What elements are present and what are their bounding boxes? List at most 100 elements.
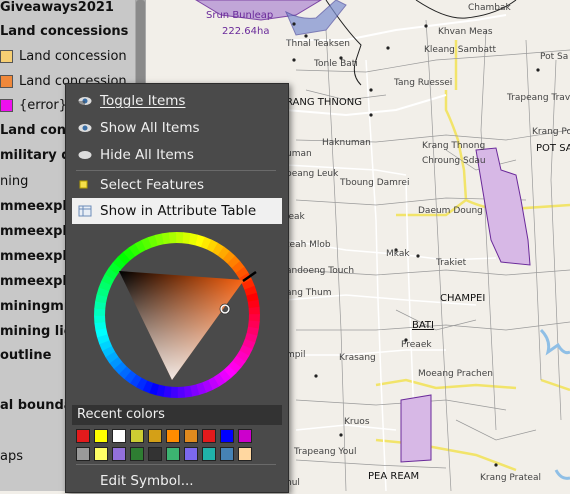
menu-separator xyxy=(76,170,276,171)
recent-color-swatch[interactable] xyxy=(238,447,252,461)
recent-color-swatch[interactable] xyxy=(130,429,144,443)
hue-segment xyxy=(248,314,260,322)
map-label-bati: BATI xyxy=(412,320,434,331)
recent-color-swatch[interactable] xyxy=(166,447,180,461)
hue-segment xyxy=(177,386,186,398)
recent-color-swatch[interactable] xyxy=(112,429,126,443)
recent-color-swatch[interactable] xyxy=(184,429,198,443)
recent-color-swatch[interactable] xyxy=(76,447,90,461)
table-icon xyxy=(78,205,92,217)
map-label-area: 222.64ha xyxy=(222,26,270,37)
map-label-mkak: Mkak xyxy=(386,249,410,259)
layer-label: military di xyxy=(0,148,76,163)
recent-color-swatch[interactable] xyxy=(220,447,234,461)
map-label-preaek: Preaek xyxy=(401,340,432,350)
menu-item-label: Show All Items xyxy=(100,120,200,136)
menu-item-show-in-attribute-table[interactable]: Show in Attribute Table xyxy=(72,198,282,224)
map-label-teah-mlob: teah Mlob xyxy=(286,240,331,250)
menu-item-label: Show in Attribute Table xyxy=(100,203,257,219)
recent-color-swatch[interactable] xyxy=(238,429,252,443)
menu-item-label: Select Features xyxy=(100,177,204,193)
map-label-chambak: Chambak xyxy=(468,3,511,13)
map-label-tonle-bati: Tonle Bati xyxy=(314,59,358,69)
map-label-tboung-damrei: Tboung Damrei xyxy=(340,178,410,188)
menu-item-hide-all-items[interactable]: Hide All Items xyxy=(72,142,282,168)
map-label-trapeang-youl: Trapeang Youl xyxy=(294,447,357,457)
layer-group-land-concessions[interactable]: Land concessions xyxy=(0,20,128,44)
map-label-kruos: Kruos xyxy=(344,417,370,427)
recent-colors-header: Recent colors xyxy=(72,405,282,425)
eye-icon xyxy=(78,97,92,107)
recent-color-swatch[interactable] xyxy=(94,447,108,461)
legend-label: {error} xyxy=(19,98,68,113)
map-label-krang-poun: Krang Poun xyxy=(532,127,570,137)
map-label-krang-thnong: Krang Thnong xyxy=(422,141,486,151)
color-wheel-picker[interactable] xyxy=(92,230,262,400)
layer-boundary[interactable]: al bounda xyxy=(0,394,73,418)
recent-color-swatch[interactable] xyxy=(94,429,108,443)
menu-separator xyxy=(76,464,276,465)
hue-segment xyxy=(170,386,178,398)
map-label-daeum-doung: Daeum Doung xyxy=(418,206,483,216)
menu-item-label: Hide All Items xyxy=(100,147,194,163)
menu-item-label: Edit Symbol... xyxy=(100,473,194,489)
map-label-tang-ruessei: Tang Ruessei xyxy=(394,78,453,88)
map-label-chang-thum: ang Thum xyxy=(286,288,332,298)
recent-color-swatch[interactable] xyxy=(148,429,162,443)
map-label-andoeng-touch: andoeng Touch xyxy=(286,266,355,276)
hue-segment xyxy=(94,315,106,324)
recent-color-swatch[interactable] xyxy=(202,447,216,461)
map-label-moeang-prachen: Moeang Prachen xyxy=(418,369,493,379)
map-label-srun-bunleap: Srun Bunleap xyxy=(206,10,274,21)
eye-closed-icon xyxy=(78,151,92,159)
eye-icon xyxy=(78,124,92,132)
value-gradient xyxy=(119,271,244,380)
layer-label: al bounda xyxy=(0,398,73,413)
recent-color-swatch[interactable] xyxy=(76,429,90,443)
legend-swatch xyxy=(0,50,13,63)
layer-label: Land concessions xyxy=(0,24,129,39)
map-label-peang-leuk: peang Leuk xyxy=(286,169,339,179)
recent-color-swatch[interactable] xyxy=(130,447,144,461)
menu-item-label: Toggle Items xyxy=(100,93,186,109)
map-label-trakiet: Trakiet xyxy=(436,258,467,268)
recent-color-swatch[interactable] xyxy=(202,429,216,443)
menu-item-edit-symbol[interactable]: Edit Symbol... xyxy=(72,468,282,494)
map-label-khvan-meas: Khvan Meas xyxy=(438,27,493,37)
hue-segment xyxy=(248,306,260,315)
layer-military[interactable]: military di xyxy=(0,144,75,168)
menu-item-show-all-items[interactable]: Show All Items xyxy=(72,115,282,141)
legend-swatch xyxy=(0,99,13,112)
map-label-thnal-teaksen: Thnal Teaksen xyxy=(286,39,350,49)
hue-segment xyxy=(168,232,177,244)
layer-context-menu: Toggle Items Show All Items Hide All Ite… xyxy=(65,83,289,493)
layer-label: ning xyxy=(0,174,29,189)
recent-color-swatch[interactable] xyxy=(148,447,162,461)
recent-color-swatch[interactable] xyxy=(220,429,234,443)
menu-item-select-features[interactable]: Select Features xyxy=(72,172,282,198)
recent-color-swatch[interactable] xyxy=(166,429,180,443)
map-label-pot-sa: Pot Sa xyxy=(540,52,569,62)
map-label-chroung-sdau: Chroung Sdau xyxy=(422,156,486,166)
map-label-champei: CHAMPEI xyxy=(440,293,486,304)
legend-label: Land concession xyxy=(19,49,127,64)
layer-maps[interactable]: aps xyxy=(0,445,23,469)
recent-color-swatch[interactable] xyxy=(112,447,126,461)
map-label-krasang: Krasang xyxy=(339,353,376,363)
map-label-krang-prateal: Krang Prateal xyxy=(480,473,541,483)
map-label-haknuman: Haknuman xyxy=(322,138,371,148)
layer-outline[interactable]: outline xyxy=(0,344,51,368)
layer-mining[interactable]: ning xyxy=(0,170,28,194)
map-label-kleang-sambatt: Kleang Sambatt xyxy=(424,45,497,55)
recent-color-swatch[interactable] xyxy=(184,447,198,461)
layer-label: Giveaways2021 xyxy=(0,0,114,15)
legend-swatch xyxy=(0,75,13,88)
select-features-icon xyxy=(79,180,88,189)
map-label-pot-sar: POT SAR xyxy=(536,143,570,154)
map-label-uman: uman xyxy=(286,149,312,159)
hue-segment xyxy=(94,308,106,316)
layer-group-giveaways2021[interactable]: Giveaways2021 xyxy=(0,0,114,20)
legend-item-land-concession-1[interactable]: Land concession xyxy=(0,45,135,69)
menu-item-toggle-items[interactable]: Toggle Items xyxy=(72,88,282,114)
map-label-pea-ream: PEA REAM xyxy=(368,471,420,482)
